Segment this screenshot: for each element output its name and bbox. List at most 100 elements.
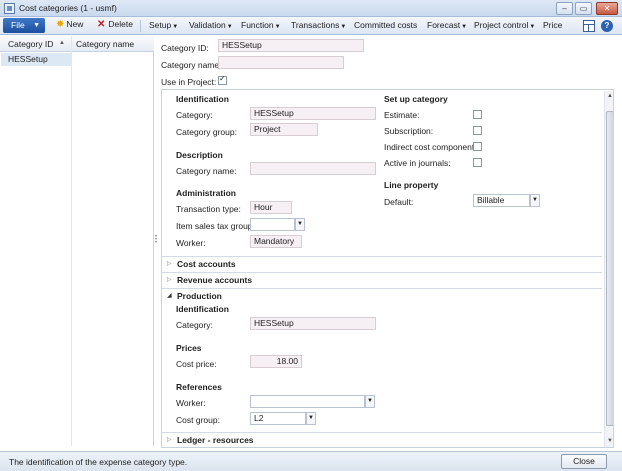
use-in-project-checkbox[interactable] bbox=[218, 74, 227, 85]
category-group-field[interactable]: Project bbox=[250, 123, 318, 136]
category-name-field[interactable] bbox=[218, 56, 344, 69]
caret-down-icon: ▼ bbox=[529, 24, 536, 30]
prices-heading: Prices bbox=[176, 343, 202, 353]
fasttab-revenue-accounts-label: Revenue accounts bbox=[177, 275, 253, 285]
production-worker-label: Worker: bbox=[176, 398, 206, 408]
line-property-dropdown-icon[interactable]: ▼ bbox=[530, 194, 540, 207]
file-menu-label: File bbox=[11, 20, 25, 30]
production-worker-dropdown-icon[interactable]: ▼ bbox=[365, 395, 375, 408]
menu-transactions[interactable]: Transactions▼ bbox=[291, 20, 346, 30]
fasttab-cost-accounts-label: Cost accounts bbox=[177, 259, 236, 269]
administration-heading: Administration bbox=[176, 188, 236, 198]
subscription-checkbox[interactable] bbox=[473, 126, 482, 135]
estimate-checkbox[interactable] bbox=[473, 110, 482, 119]
sort-ascending-icon: ▲ bbox=[59, 40, 65, 46]
new-star-icon: ✸ bbox=[56, 19, 65, 30]
cost-price-label: Cost price: bbox=[176, 359, 217, 369]
column-header-category-id[interactable]: Category ID bbox=[8, 39, 53, 49]
list-row[interactable]: HESSetup bbox=[1, 53, 71, 66]
menu-validation[interactable]: Validation▼ bbox=[189, 20, 233, 30]
help-icon[interactable]: ? bbox=[601, 20, 613, 32]
menu-validation-label: Validation bbox=[189, 20, 226, 30]
production-category-label: Category: bbox=[176, 320, 213, 330]
line-property-heading: Line property bbox=[384, 180, 439, 190]
scroll-up-icon[interactable]: ▲ bbox=[605, 91, 613, 101]
close-button[interactable]: Close bbox=[561, 454, 607, 469]
line-property-default-field[interactable]: Billable bbox=[473, 194, 530, 207]
cost-group-dropdown-icon[interactable]: ▼ bbox=[306, 412, 316, 425]
caret-down-icon: ▼ bbox=[274, 24, 281, 30]
transaction-type-field[interactable]: Hour bbox=[250, 201, 292, 214]
active-in-journals-checkbox[interactable] bbox=[473, 158, 482, 167]
active-in-journals-label: Active in journals: bbox=[384, 158, 451, 168]
minimize-button[interactable]: – bbox=[556, 2, 573, 15]
app-icon bbox=[4, 3, 15, 14]
indirect-cost-component-label: Indirect cost component: bbox=[384, 142, 477, 152]
collapse-triangle-icon: ◢ bbox=[167, 293, 172, 299]
splitter-grip-icon: • • • bbox=[155, 234, 158, 246]
fasttab-ledger-resources[interactable]: ▷ Ledger - resources bbox=[162, 432, 602, 447]
production-category-field[interactable]: HESSetup bbox=[250, 317, 376, 330]
use-in-project-label: Use in Project: bbox=[161, 77, 217, 87]
item-sales-tax-group-field[interactable] bbox=[250, 218, 295, 231]
close-window-button[interactable]: ✕ bbox=[596, 2, 618, 15]
subscription-label: Subscription: bbox=[384, 126, 434, 136]
scroll-down-icon[interactable]: ▼ bbox=[605, 436, 613, 446]
delete-button[interactable]: ✕ Delete bbox=[97, 19, 133, 30]
list-header: Category ID ▲ Category name bbox=[0, 36, 154, 52]
category-field[interactable]: HESSetup bbox=[250, 107, 376, 120]
status-help-text: The identification of the expense catego… bbox=[9, 457, 188, 467]
menu-function[interactable]: Function▼ bbox=[241, 20, 281, 30]
action-pane: File ▼ ✸ New ✕ Delete Setup▼ Validation▼ F… bbox=[0, 17, 622, 35]
cost-price-field[interactable]: 18.00 bbox=[250, 355, 302, 368]
cost-group-label: Cost group: bbox=[176, 415, 220, 425]
category-label: Category: bbox=[176, 110, 213, 120]
fasttab-cost-accounts[interactable]: ▷ Cost accounts bbox=[162, 256, 602, 271]
menu-project-control[interactable]: Project control▼ bbox=[474, 20, 535, 30]
file-menu-button[interactable]: File ▼ bbox=[3, 18, 45, 33]
indirect-cost-component-checkbox[interactable] bbox=[473, 142, 482, 151]
category-id-label: Category ID: bbox=[161, 43, 209, 53]
menu-committed-costs[interactable]: Committed costs bbox=[354, 20, 417, 30]
details-scrollbar[interactable]: ▲ ▼ bbox=[604, 91, 613, 447]
item-sales-tax-group-label: Item sales tax group: bbox=[176, 221, 255, 231]
menu-setup-label: Setup bbox=[149, 20, 172, 30]
menu-price[interactable]: Price bbox=[543, 20, 562, 30]
new-button[interactable]: ✸ New bbox=[56, 19, 83, 30]
production-worker-field[interactable] bbox=[250, 395, 365, 408]
menu-forecast-label: Forecast bbox=[427, 20, 461, 30]
row-category-id: HESSetup bbox=[8, 54, 48, 64]
caret-down-icon: ▼ bbox=[340, 24, 347, 30]
title-bar: Cost categories (1 - usmf) – ▭ ✕ bbox=[0, 0, 622, 17]
line-property-default-label: Default: bbox=[384, 197, 414, 207]
delete-x-icon: ✕ bbox=[97, 19, 106, 30]
category-name-label: Category name: bbox=[161, 60, 222, 70]
menu-forecast[interactable]: Forecast▼ bbox=[427, 20, 467, 30]
details-pane: Identification Category: HESSetup Catego… bbox=[161, 89, 614, 448]
category-id-field[interactable]: HESSetup bbox=[218, 39, 364, 52]
menu-project-control-label: Project control bbox=[474, 20, 529, 30]
estimate-label: Estimate: bbox=[384, 110, 420, 120]
window-title: Cost categories (1 - usmf) bbox=[19, 3, 117, 13]
cost-group-field[interactable]: L2 bbox=[250, 412, 306, 425]
worker-field[interactable]: Mandatory bbox=[250, 235, 302, 248]
new-button-label: New bbox=[66, 19, 84, 29]
fasttab-ledger-resources-label: Ledger - resources bbox=[177, 435, 254, 445]
menu-price-label: Price bbox=[543, 20, 563, 30]
expand-triangle-icon: ▷ bbox=[167, 437, 172, 443]
toolbar-separator bbox=[140, 20, 141, 32]
category-list: Category ID ▲ Category name HESSetup bbox=[0, 36, 154, 446]
menu-setup[interactable]: Setup▼ bbox=[149, 20, 178, 30]
column-header-category-name[interactable]: Category name bbox=[76, 39, 134, 49]
fasttab-production[interactable]: ◢ Production bbox=[162, 288, 602, 303]
maximize-button[interactable]: ▭ bbox=[575, 2, 592, 15]
item-sales-tax-group-dropdown-icon[interactable]: ▼ bbox=[295, 218, 305, 231]
caret-down-icon: ▼ bbox=[461, 24, 468, 30]
identification-heading: Identification bbox=[176, 94, 229, 104]
description-category-name-field[interactable] bbox=[250, 162, 376, 175]
grid-view-icon[interactable] bbox=[583, 20, 595, 32]
menu-committed-costs-label: Committed costs bbox=[354, 20, 418, 30]
description-heading: Description bbox=[176, 150, 223, 160]
scrollbar-thumb[interactable] bbox=[606, 111, 613, 426]
fasttab-revenue-accounts[interactable]: ▷ Revenue accounts bbox=[162, 272, 602, 287]
